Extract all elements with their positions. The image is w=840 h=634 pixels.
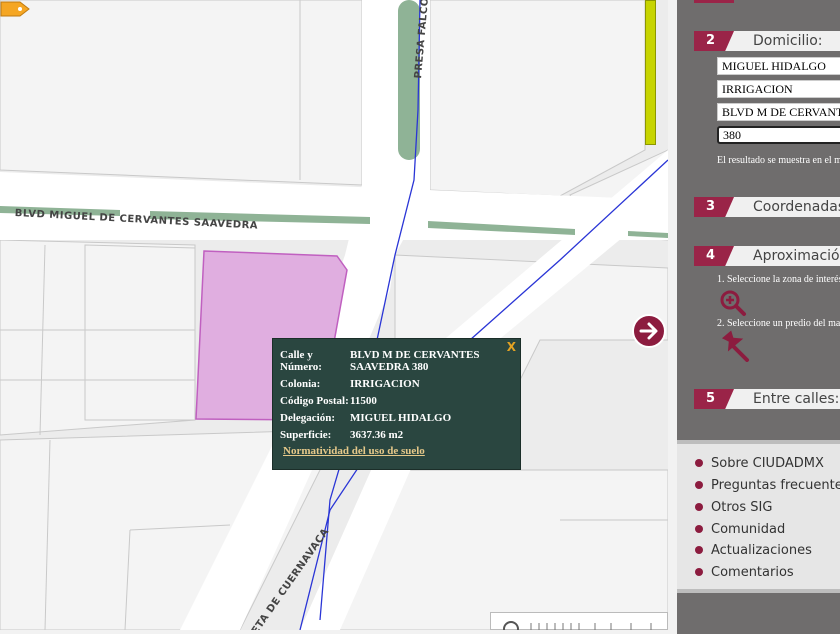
link-label: Otros SIG	[711, 500, 773, 515]
info-key: Código Postal:	[280, 395, 349, 407]
calle-field[interactable]: BLVD M DE CERVANTES SAAVEDRA	[717, 103, 840, 121]
step-number: 2	[694, 31, 734, 51]
step-title: Entre calles:	[753, 391, 840, 407]
link-label: Comentarios	[711, 565, 794, 580]
delegacion-field[interactable]: MIGUEL HIDALGO	[717, 57, 840, 75]
scale-bar	[645, 0, 656, 145]
step-title: Coordenadas	[753, 199, 840, 215]
info-key: Delegación:	[280, 412, 335, 424]
link-preguntas[interactable]: Preguntas frecuentes	[695, 478, 840, 493]
info-value: IRRIGACION	[350, 378, 420, 390]
link-comentarios[interactable]: Comentarios	[695, 565, 794, 580]
parcel-info-table: Calle y Número: BLVD M DE CERVANTES SAAVE…	[280, 349, 520, 446]
info-value: 11500	[350, 395, 377, 407]
search-panel: 2 Domicilio: MIGUEL HIDALGO IRRIGACION B…	[677, 0, 840, 634]
bullet-icon	[695, 546, 703, 554]
map-controls-strip	[503, 621, 652, 630]
footer-links: Sobre CIUDADMX Preguntas frecuentes Otro…	[677, 440, 840, 589]
link-label: Sobre CIUDADMX	[711, 456, 824, 471]
info-value: 3637.36 m2	[350, 429, 404, 441]
zoom-in-icon[interactable]	[719, 289, 747, 317]
step-coordenadas[interactable]: 3 Coordenadas	[694, 197, 840, 217]
result-note: El resultado se muestra en el mapa	[717, 155, 840, 166]
panel-footer	[677, 589, 840, 634]
step-domicilio[interactable]: 2 Domicilio:	[694, 31, 840, 51]
table-row: Código Postal: 11500	[280, 395, 520, 412]
arrow-right-icon	[639, 322, 658, 340]
link-otros-sig[interactable]: Otros SIG	[695, 500, 772, 515]
aprox-step-1: 1. Seleccione la zona de interés	[717, 274, 840, 285]
bullet-icon	[695, 503, 703, 511]
bullet-icon	[695, 568, 703, 576]
land-use-link[interactable]: Normatividad del uso de suelo	[283, 445, 425, 457]
step-aproximacion[interactable]: 4 Aproximación	[694, 246, 840, 266]
info-value: MIGUEL HIDALGO	[350, 412, 452, 424]
step-entre-calles[interactable]: 5 Entre calles:	[694, 389, 840, 409]
table-row: Colonia: IRRIGACION	[280, 378, 520, 395]
aprox-step-2: 2. Seleccione un predio del mapa	[717, 318, 840, 329]
table-row: Delegación: MIGUEL HIDALGO	[280, 412, 520, 429]
bullet-icon	[695, 525, 703, 533]
info-key: Superficie:	[280, 429, 332, 441]
link-label: Preguntas frecuentes	[711, 478, 840, 493]
map-canvas[interactable]	[0, 0, 668, 630]
info-value: BLVD M DE CERVANTES SAAVEDRA 380	[350, 349, 480, 373]
step-title: Domicilio:	[753, 33, 823, 49]
step-number: 4	[694, 246, 734, 266]
push-pin-icon[interactable]	[717, 330, 751, 362]
step-1-tab[interactable]	[694, 0, 734, 3]
link-comunidad[interactable]: Comunidad	[695, 522, 785, 537]
link-label: Actualizaciones	[711, 543, 812, 558]
map-view[interactable]: BLVD MIGUEL DE CERVANTES SAAVEDRA PRESA …	[0, 0, 668, 630]
map-controls[interactable]	[490, 612, 668, 630]
table-row: Calle y Número: BLVD M DE CERVANTES SAAVE…	[280, 349, 520, 378]
step-number: 3	[694, 197, 734, 217]
parcel-info-popup: X Calle y Número: BLVD M DE CERVANTES SAA…	[272, 338, 521, 470]
numero-field[interactable]: 380	[717, 126, 840, 144]
bullet-icon	[695, 459, 703, 467]
step-title: Aproximación	[753, 248, 840, 264]
table-row: Superficie: 3637.36 m2	[280, 429, 520, 446]
toggle-panel-button[interactable]	[632, 314, 666, 348]
link-sobre-ciudadmx[interactable]: Sobre CIUDADMX	[695, 456, 824, 471]
info-key: Calle y Número:	[280, 349, 322, 373]
bullet-icon	[695, 481, 703, 489]
link-label: Comunidad	[711, 522, 786, 537]
colonia-field[interactable]: IRRIGACION	[717, 80, 840, 98]
step-number: 5	[694, 389, 734, 409]
tag-marker-icon[interactable]	[0, 0, 30, 18]
info-key: Colonia:	[280, 378, 321, 390]
link-actualizaciones[interactable]: Actualizaciones	[695, 543, 812, 558]
